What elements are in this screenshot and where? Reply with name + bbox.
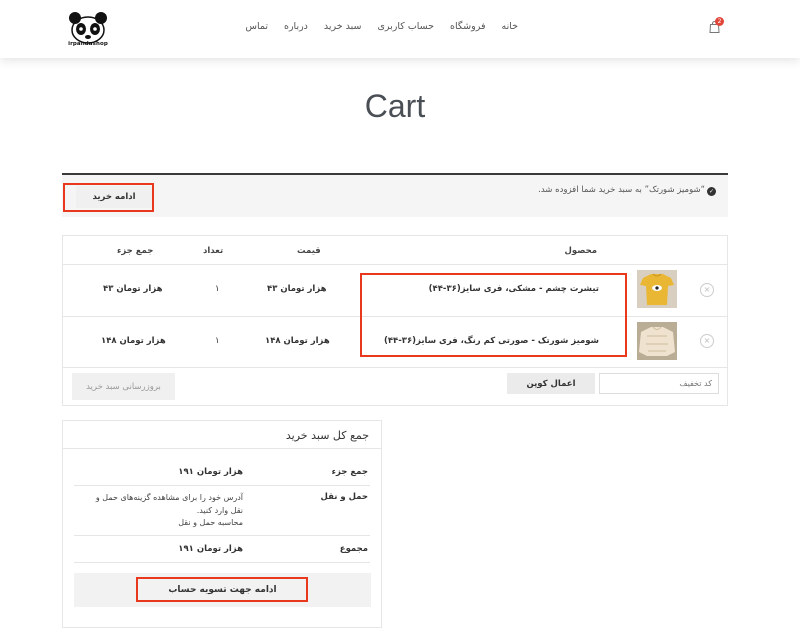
apply-coupon-button[interactable]: اعمال کوپن [507,373,595,394]
check-circle-icon: ✓ [707,187,716,196]
subtotal-value: ۱۹۱ هزار تومان [178,467,243,477]
subtotal-label: جمع جزء [331,467,368,477]
total-value: ۱۹۱ هزار تومان [178,544,243,554]
divider [63,316,727,317]
product-qty[interactable]: ۱ [215,336,220,346]
nav-home[interactable]: خانه [501,21,518,32]
proceed-to-checkout-button[interactable]: ادامه جهت تسویه حساب [74,573,371,607]
product-subtotal: ۱۴۸ هزار تومان [101,336,166,346]
nav-about[interactable]: درباره [284,21,308,32]
nav-account[interactable]: حساب کاربری [377,21,434,32]
coupon-code-input[interactable] [599,373,719,394]
nav-contact[interactable]: تماس [245,21,268,32]
divider [63,448,381,449]
remove-item-button[interactable]: × [700,334,714,348]
notice-message: “شومیز شورتک” به سبد خرید شما افزوده شد. [538,185,705,195]
product-name[interactable]: شومیز شورتک - صورتی کم رنگ، فری سایز(۳۶-… [384,336,599,346]
remove-item-button[interactable]: × [700,283,714,297]
totals-title: جمع کل سبد خرید [285,429,369,442]
product-name[interactable]: تیشرت چشم - مشکی، فری سایز(۳۶-۴۴) [429,284,599,294]
continue-shopping-button[interactable]: ادامه خرید [76,186,152,208]
divider [63,367,727,368]
main-nav: خانه فروشگاه حساب کاربری سبد خرید درباره… [245,21,518,32]
cart-table: محصول قیمت تعداد جمع جزء × تیشرت چشم - م… [62,235,728,406]
product-subtotal: ۴۳ هزار تومان [103,284,163,294]
divider [74,535,370,536]
header-product: محصول [564,246,597,256]
header-price: قیمت [297,246,321,256]
divider [63,264,727,265]
cart-totals: جمع کل سبد خرید جمع جزء ۱۹۱ هزار تومان ح… [62,420,382,628]
product-thumbnail[interactable] [637,322,677,360]
nav-shop[interactable]: فروشگاه [450,21,485,32]
added-to-cart-notice: ✓ “شومیز شورتک” به سبد خرید شما افزوده ش… [62,173,728,217]
update-cart-button[interactable]: بروزرسانی سبد خرید [72,373,175,400]
product-price: ۱۴۸ هزار تومان [265,336,330,346]
shipping-text: نقل وارد کنید. [196,505,243,515]
shipping-info: آدرس خود را برای مشاهده گزینه‌های حمل و … [73,492,243,530]
divider [74,562,370,563]
site-header: irpandashop خانه فروشگاه حساب کاربری سبد… [0,0,800,58]
shipping-text: آدرس خود را برای مشاهده گزینه‌های حمل و [95,493,243,502]
header-qty: تعداد [203,246,224,256]
divider [74,485,370,486]
nav-cart[interactable]: سبد خرید [324,21,362,32]
total-label: مجموع [339,544,368,554]
cart-count-badge: 2 [715,17,724,26]
shipping-label: حمل و نقل [320,492,368,502]
calculate-shipping-link[interactable]: محاسبه حمل و نقل [73,517,243,530]
page-title: Cart [364,88,426,124]
product-price: ۴۳ هزار تومان [267,284,327,294]
logo-text: irpandashop [68,41,108,47]
header-subtotal: جمع جزء [117,246,154,256]
product-thumbnail[interactable] [637,270,677,308]
product-qty[interactable]: ۱ [215,284,220,294]
